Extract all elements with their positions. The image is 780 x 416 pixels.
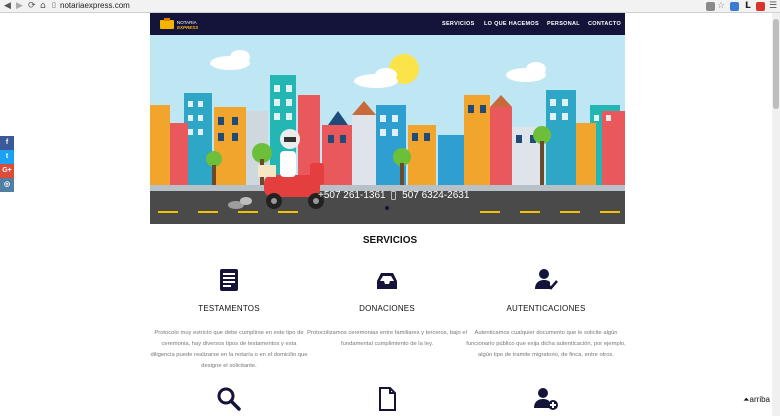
services-title: SERVICIOS — [362, 235, 418, 246]
user-check-icon — [535, 269, 558, 290]
user-add-icon — [534, 388, 558, 410]
mobile-phone-icon — [391, 191, 397, 200]
nav-servicios[interactable]: SERVICIOS — [442, 13, 475, 35]
file-icon — [379, 387, 396, 411]
extension-l-icon[interactable]: L — [745, 1, 751, 11]
nav-personal[interactable]: PERSONAL — [547, 13, 580, 35]
service-donaciones: DONACIONES Protocolizamos ceremonias ent… — [307, 267, 467, 350]
extension-calendar-icon[interactable] — [756, 2, 765, 11]
service-description: Autenticamos cualquier documento que le … — [466, 330, 626, 358]
service-search — [149, 386, 309, 416]
back-to-top-label: arriba — [749, 395, 770, 404]
bookmark-star-icon[interactable]: ☆ — [717, 1, 725, 11]
service-name: AUTENTICACIONES — [506, 304, 586, 313]
phone-numbers: +507 261-1361 507 6324-2631 — [318, 190, 469, 201]
service-autenticaciones: AUTENTICACIONES Autenticamos cualquier d… — [466, 267, 626, 361]
back-icon[interactable]: ◀ — [4, 1, 11, 11]
google-plus-icon[interactable]: G+ — [0, 164, 14, 178]
extension-icon[interactable] — [730, 2, 739, 11]
service-file — [307, 386, 467, 416]
svg-text:EXPRESS: EXPRESS — [177, 25, 198, 30]
service-description: Protocolizamos ceremonias entre familiar… — [307, 330, 467, 347]
document-list-icon — [220, 269, 238, 291]
home-icon[interactable]: ⌂ — [40, 1, 46, 11]
forward-icon[interactable]: ▶ — [16, 1, 23, 11]
translate-icon[interactable] — [706, 2, 715, 11]
webpage: NOTARIA EXPRESS SERVICIOS LO QUE HACEMOS… — [0, 13, 780, 416]
service-testamentos: TESTAMENTOS Protocolo muy estricto que d… — [149, 267, 309, 372]
phone-number-1[interactable]: +507 261-1361 — [318, 190, 386, 201]
service-user-add — [466, 386, 626, 416]
service-name: DONACIONES — [359, 304, 415, 313]
instagram-icon[interactable]: ◎ — [0, 178, 14, 192]
nav-lo-que-hacemos[interactable]: LO QUE HACEMOS — [484, 13, 539, 35]
page-icon: ▯ — [52, 1, 56, 9]
nav-contacto[interactable]: CONTACTO — [588, 13, 621, 35]
twitter-icon[interactable]: t — [0, 150, 14, 164]
reload-icon[interactable]: ⟳ — [28, 1, 36, 11]
carousel-dot[interactable] — [385, 206, 389, 210]
facebook-icon[interactable]: f — [0, 136, 14, 150]
service-description: Protocolo muy estricto que debe cumplirs… — [150, 330, 308, 369]
scrollbar-thumb[interactable] — [773, 19, 779, 109]
browser-toolbar: ◀ ▶ ⟳ ⌂ ▯ notariaexpress.com ☆ L ☰ — [0, 0, 780, 13]
search-icon — [217, 387, 241, 411]
menu-icon[interactable]: ☰ — [769, 1, 777, 11]
page-scrollbar[interactable] — [772, 13, 780, 416]
address-bar[interactable]: notariaexpress.com — [60, 1, 130, 10]
phone-number-2[interactable]: 507 6324-2631 — [402, 190, 469, 201]
inbox-icon — [377, 273, 397, 289]
back-to-top-link[interactable]: ⏶arriba — [743, 395, 770, 405]
service-name: TESTAMENTOS — [198, 304, 260, 313]
site-logo[interactable]: NOTARIA EXPRESS — [158, 17, 214, 31]
